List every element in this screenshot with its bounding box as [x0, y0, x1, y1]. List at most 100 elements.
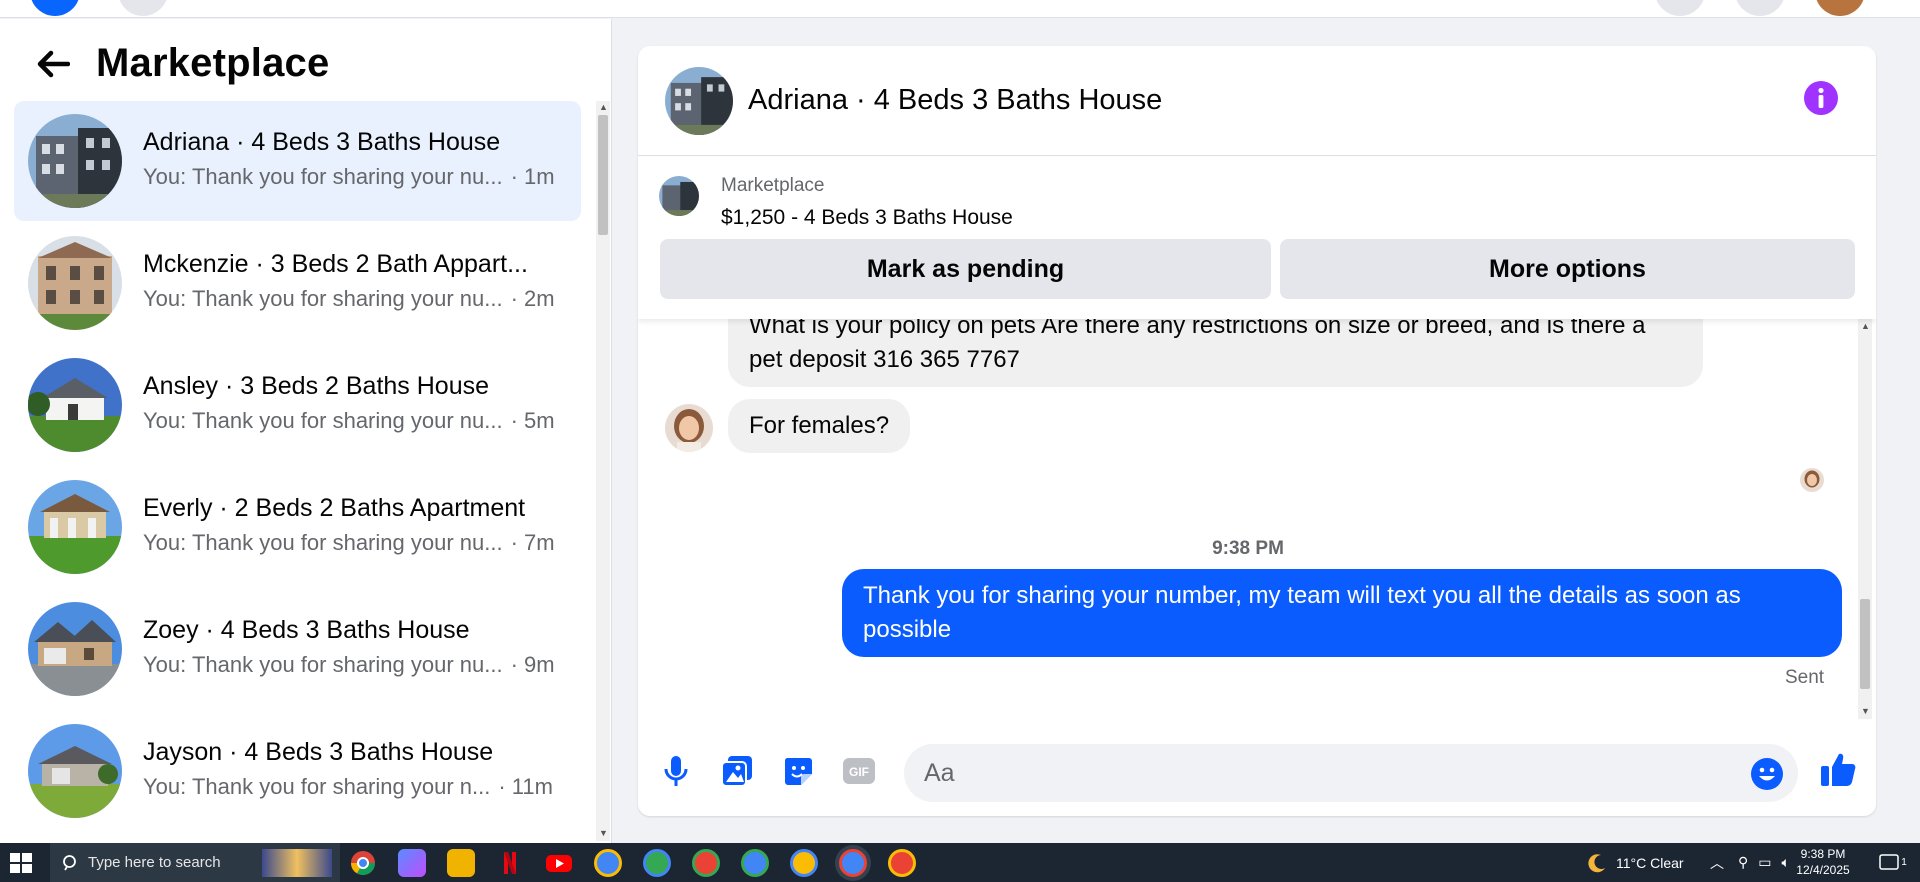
chrome-profile-icon[interactable] — [594, 849, 622, 877]
scroll-up-arrow-icon[interactable]: ▲ — [1861, 322, 1870, 331]
account-avatar[interactable] — [1815, 0, 1865, 16]
network-icon[interactable]: ⚲ — [1738, 854, 1748, 871]
system-tray[interactable]: ︿ ⚲ ▭ 🔈︎ — [1710, 843, 1790, 882]
scroll-up-arrow-icon[interactable]: ▲ — [599, 103, 608, 112]
conversation-info-button[interactable] — [1804, 81, 1838, 115]
snippet-text: You: Thank you for sharing your nu... — [143, 286, 503, 311]
message-composer: GIF — [638, 729, 1876, 816]
back-button[interactable] — [26, 43, 80, 85]
listing-avatar — [28, 114, 122, 208]
search-highlight-image — [262, 849, 332, 877]
more-options-button[interactable]: More options — [1280, 239, 1855, 299]
conversation-item[interactable]: Jayson · 4 Beds 3 Baths House You: Thank… — [14, 711, 581, 831]
conversation-sidebar: Marketplace Adriana · 4 Beds 3 Baths Hou… — [0, 19, 612, 843]
listing-thumbnail[interactable] — [659, 176, 699, 216]
copilot-icon[interactable] — [398, 849, 426, 877]
start-button[interactable] — [8, 851, 36, 875]
menu-button[interactable] — [1655, 0, 1705, 16]
message-input[interactable] — [904, 744, 1798, 802]
conversation-item[interactable]: Ansley · 3 Beds 2 Baths House You: Thank… — [14, 345, 581, 465]
chevron-up-icon[interactable]: ︿ — [1710, 853, 1724, 873]
file-explorer-icon[interactable] — [447, 849, 475, 877]
snippet-time: · 9m — [510, 652, 555, 677]
mark-as-pending-button[interactable]: Mark as pending — [660, 239, 1271, 299]
scrollbar-thumb[interactable] — [598, 115, 608, 235]
chrome-profile-icon[interactable] — [692, 849, 720, 877]
message-status: Sent — [1785, 667, 1825, 688]
chat-title[interactable]: Adriana · 4 Beds 3 Baths House — [748, 84, 1162, 117]
battery-icon[interactable]: ▭ — [1758, 854, 1771, 871]
windows-taskbar: Type here to search 11°C Clear ︿ ⚲ ▭ 🔈︎ … — [0, 843, 1920, 882]
sticker-icon — [784, 758, 812, 785]
scrollbar-thumb[interactable] — [1860, 599, 1870, 689]
conversation-item[interactable]: Zoey · 4 Beds 3 Baths House You: Thank y… — [14, 589, 581, 709]
seen-by-avatar — [1800, 468, 1824, 492]
clock-time: 9:38 PM — [1800, 847, 1846, 861]
chrome-profile-icon[interactable] — [741, 849, 769, 877]
chrome-profile-icon-active[interactable] — [839, 849, 867, 877]
weather-widget[interactable]: 11°C Clear — [1586, 843, 1684, 882]
info-icon — [1818, 87, 1824, 108]
conversation-snippet: You: Thank you for sharing your nu... · 5… — [143, 408, 555, 434]
listing-avatar — [28, 480, 122, 574]
sidebar-scrollbar[interactable]: ▲ ▼ — [596, 101, 610, 841]
microphone-icon — [664, 756, 688, 786]
conversation-item[interactable]: Everly · 2 Beds 2 Baths Apartment You: T… — [14, 467, 581, 587]
snippet-time: · 2m — [510, 286, 555, 311]
chrome-icon[interactable] — [349, 849, 377, 877]
netflix-icon[interactable] — [496, 849, 524, 877]
incoming-message: For females? — [728, 399, 911, 453]
scroll-down-arrow-icon[interactable]: ▼ — [599, 829, 608, 838]
conversation-title: Jayson · 4 Beds 3 Baths House — [143, 738, 494, 766]
voice-clip-button[interactable] — [654, 749, 698, 793]
conversation-snippet: You: Thank you for sharing your n... · 11… — [143, 774, 553, 800]
listing-avatar — [28, 602, 122, 696]
search-button[interactable] — [118, 0, 168, 16]
snippet-text: You: Thank you for sharing your nu... — [143, 164, 503, 189]
facebook-logo-icon[interactable] — [30, 0, 80, 16]
outgoing-message: Thank you for sharing your number, my te… — [842, 569, 1842, 657]
listing-price-title[interactable]: $1,250 - 4 Beds 3 Baths House — [721, 206, 1013, 230]
conversation-snippet: You: Thank you for sharing your nu... · 7… — [143, 530, 555, 556]
clock-date: 12/4/2025 — [1796, 863, 1850, 877]
chrome-profile-icon[interactable] — [790, 849, 818, 877]
conversation-item[interactable]: Adriana · 4 Beds 3 Baths House You: Than… — [14, 101, 581, 221]
top-navigation-bar — [0, 0, 1920, 18]
listing-avatar — [28, 724, 122, 818]
send-like-button[interactable] — [1816, 747, 1860, 791]
chrome-profile-icon[interactable] — [643, 849, 671, 877]
chat-scrollbar[interactable]: ▲ ▼ — [1858, 319, 1872, 719]
chrome-profile-icon[interactable] — [888, 849, 916, 877]
emoji-icon — [1751, 758, 1783, 790]
snippet-text: You: Thank you for sharing your n... — [143, 774, 491, 799]
notification-center-button[interactable]: 1 — [1878, 843, 1908, 882]
conversation-title: Everly · 2 Beds 2 Baths Apartment — [143, 494, 526, 522]
emoji-button[interactable] — [1751, 758, 1783, 790]
photo-icon — [721, 756, 752, 787]
notifications-button[interactable] — [1735, 0, 1785, 16]
sticker-button[interactable] — [776, 749, 820, 793]
sender-avatar[interactable] — [665, 404, 713, 452]
chat-avatar[interactable] — [665, 67, 733, 135]
snippet-time: · 1m — [510, 164, 555, 189]
sidebar-header: Marketplace — [0, 19, 612, 101]
arrow-left-icon — [37, 50, 70, 78]
taskbar-clock[interactable]: 9:38 PM 12/4/2025 — [1788, 846, 1858, 878]
conversation-title: Ansley · 3 Beds 2 Baths House — [143, 372, 490, 400]
attach-photo-button[interactable] — [715, 749, 759, 793]
taskbar-search-placeholder: Type here to search — [88, 854, 221, 871]
svg-text:GIF: GIF — [849, 765, 869, 779]
youtube-icon[interactable] — [545, 849, 573, 877]
gif-icon: GIF — [843, 758, 875, 784]
conversation-title: Mckenzie · 3 Beds 2 Bath Appart... — [143, 250, 528, 278]
notification-icon — [1879, 853, 1899, 870]
conversation-item[interactable]: Mckenzie · 3 Beds 2 Bath Appart... You: … — [14, 223, 581, 343]
gif-button[interactable]: GIF — [837, 749, 881, 793]
conversation-snippet: You: Thank you for sharing your nu... · 2… — [143, 286, 555, 312]
snippet-time: · 7m — [510, 530, 555, 555]
snippet-text: You: Thank you for sharing your nu... — [143, 408, 503, 433]
listing-avatar — [28, 236, 122, 330]
listing-avatar — [28, 358, 122, 452]
scroll-down-arrow-icon[interactable]: ▼ — [1861, 707, 1870, 716]
listing-source-label: Marketplace — [721, 175, 825, 196]
